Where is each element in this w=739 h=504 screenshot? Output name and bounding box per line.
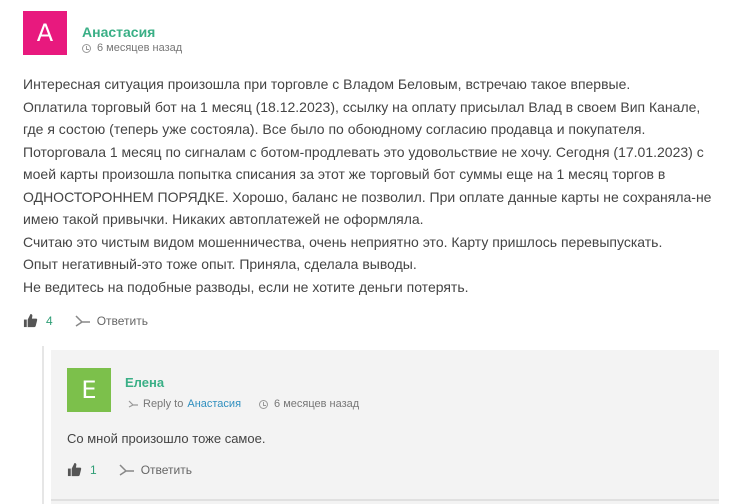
comment-time[interactable]: 6 месяцев назад <box>97 42 182 54</box>
like-button[interactable]: 4 <box>23 313 53 328</box>
reply-container <box>51 350 719 504</box>
comment-line: где я состою (теперь уже состояла). Все … <box>23 121 646 137</box>
reply-body: Со мной произошло тоже самое. <box>67 431 266 446</box>
comment-line: Опыт негативный-это тоже опыт. Приняла, … <box>23 256 417 272</box>
avatar: А <box>23 11 67 55</box>
reply-button[interactable]: Ответить <box>119 463 192 477</box>
reply-arrow-icon <box>119 463 134 476</box>
comment-body: Интересная ситуация произошла при торгов… <box>23 73 723 298</box>
clock-icon <box>82 43 91 53</box>
comment-line: имею такой привычки. Никаких автоплатеже… <box>23 211 424 227</box>
like-count: 4 <box>46 313 53 328</box>
reply-button[interactable]: Ответить <box>75 314 148 328</box>
reply-author[interactable]: Елена <box>125 375 164 390</box>
reply-meta: Reply to Анастасия 6 месяцев назад <box>128 398 359 410</box>
reply-to-label: Reply to <box>143 398 184 410</box>
clock-icon <box>259 399 269 409</box>
reply-label: Ответить <box>140 462 192 477</box>
comment-meta: 6 месяцев назад <box>82 42 182 54</box>
reply-to: Reply to Анастасия <box>128 398 241 410</box>
reply-actions: 1 Ответить <box>67 462 192 477</box>
comment-author[interactable]: Анастасия <box>82 24 155 40</box>
comment-line: моей карты произошла попытка списания за… <box>23 166 666 182</box>
comment-line: Поторговала 1 месяц по сигналам с ботом-… <box>23 143 704 160</box>
comment-line: Оплатила торговый бот на 1 месяц (18.12.… <box>23 98 701 115</box>
reply-arrow-icon <box>75 314 90 327</box>
comment-line: ОДНОСТОРОННЕМ ПОРЯДКЕ. Хорошо, баланс не… <box>23 188 712 205</box>
comment-line: Считаю это чистым видом мошенничества, о… <box>23 233 663 250</box>
reply-arrow-icon <box>128 400 138 408</box>
like-button[interactable]: 1 <box>67 462 97 477</box>
comment-line: Интересная ситуация произошла при торгов… <box>23 76 631 92</box>
like-count: 1 <box>90 462 97 477</box>
reply-label: Ответить <box>96 313 148 328</box>
reply-to-name[interactable]: Анастасия <box>187 398 241 410</box>
thumbs-up-icon <box>23 313 38 328</box>
avatar: E <box>67 368 111 412</box>
comment-actions: 4 Ответить <box>23 313 148 328</box>
divider <box>51 499 719 501</box>
reply-time[interactable]: 6 месяцев назад <box>274 398 359 410</box>
thumbs-up-icon <box>67 462 82 477</box>
thread-divider <box>42 346 44 504</box>
comment-line: Не ведитесь на подобные разводы, если не… <box>23 278 469 295</box>
